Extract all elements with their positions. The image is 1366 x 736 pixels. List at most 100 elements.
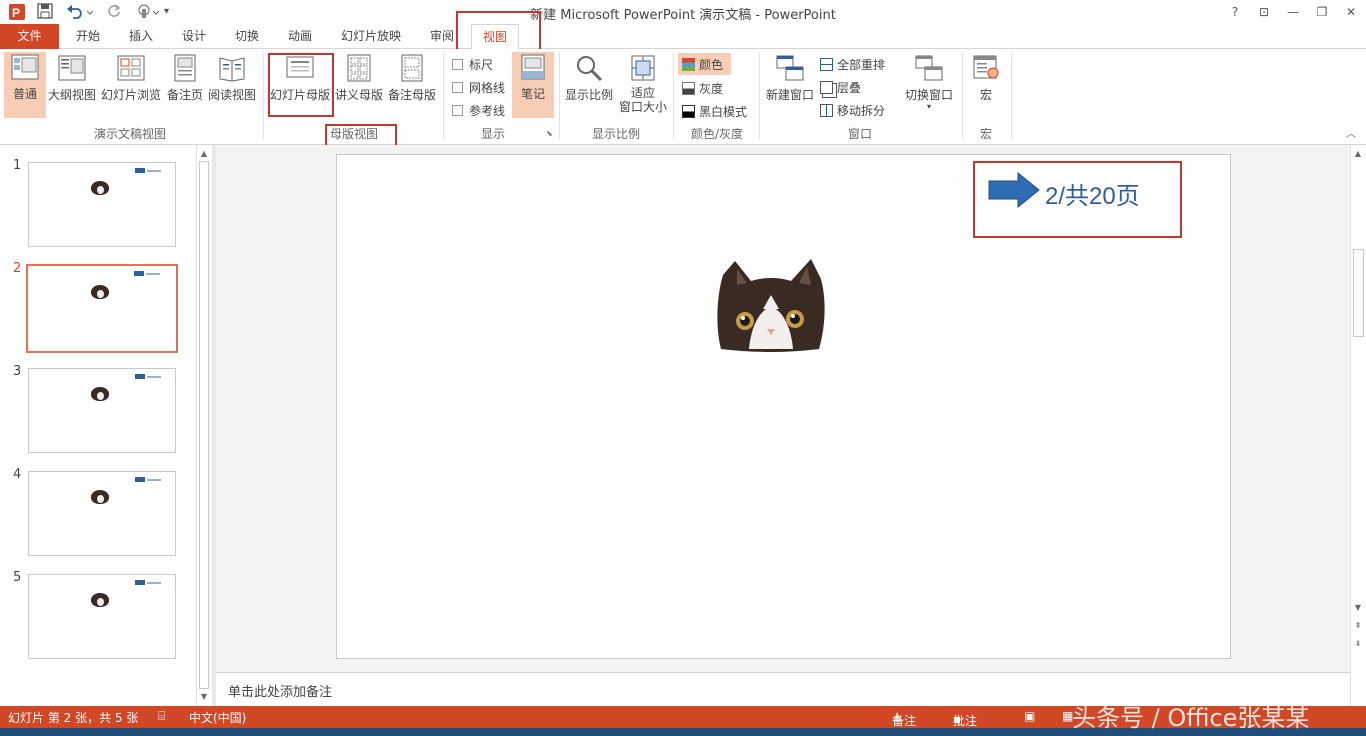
cat-image[interactable] bbox=[715, 255, 827, 355]
scroll-up-icon[interactable]: ▲ bbox=[197, 147, 211, 161]
new-window-icon bbox=[776, 55, 804, 81]
restore-button[interactable]: ❐ bbox=[1309, 2, 1335, 22]
cascade-icon bbox=[820, 81, 833, 94]
thumbnail-scrollbar[interactable]: ▲ ▼ bbox=[196, 145, 212, 706]
normal-view-button[interactable]: 普通 bbox=[4, 52, 46, 118]
scroll-down-icon[interactable]: ▼ bbox=[197, 690, 211, 704]
slide-thumbnail-1[interactable] bbox=[28, 162, 176, 247]
help-button[interactable]: ? bbox=[1222, 2, 1248, 22]
text-placeholder bbox=[146, 273, 160, 275]
tab-design[interactable]: 设计 bbox=[172, 24, 216, 49]
ruler-checkbox[interactable]: 标尺 bbox=[452, 56, 493, 73]
tab-transitions[interactable]: 切换 bbox=[225, 24, 269, 49]
text-placeholder bbox=[147, 479, 161, 481]
new-window-button[interactable]: 新建窗口 bbox=[764, 53, 816, 103]
slide-thumbnail-panel: 1 2 3 4 5 ▲ ▼ bbox=[0, 145, 212, 706]
previous-slide-icon[interactable]: ⇞ bbox=[1351, 619, 1365, 633]
slide-number: 3 bbox=[13, 364, 22, 379]
switch-windows-icon bbox=[915, 55, 943, 81]
macro-icon bbox=[973, 55, 999, 79]
tab-file[interactable]: 文件 bbox=[0, 24, 59, 49]
text-placeholder bbox=[147, 170, 161, 172]
arrange-all-button[interactable]: 全部重排 bbox=[820, 56, 885, 73]
guides-checkbox[interactable]: 参考线 bbox=[452, 102, 505, 119]
right-arrow-shape[interactable] bbox=[988, 172, 1040, 208]
slide-sorter-button[interactable]: 幻灯片浏览 bbox=[100, 53, 162, 103]
text-placeholder bbox=[147, 582, 161, 584]
ribbon-tabs: 文件 开始 插入 设计 切换 动画 幻灯片放映 审阅 视图 bbox=[0, 24, 1366, 50]
checkbox-box bbox=[452, 105, 463, 116]
grayscale-button[interactable]: 灰度 bbox=[682, 80, 723, 97]
slide-thumbnail-5[interactable] bbox=[28, 574, 176, 659]
color-mode-button[interactable]: 颜色 bbox=[678, 53, 731, 75]
dialog-launcher-icon[interactable]: ⬊ bbox=[546, 129, 553, 138]
macros-button[interactable]: 宏 bbox=[967, 53, 1005, 103]
group-label-window: 窗口 bbox=[847, 127, 872, 141]
slide-scrollbar[interactable]: ▲ ▼ ⇞ ⇟ bbox=[1350, 145, 1366, 706]
ribbon-separator bbox=[759, 53, 760, 139]
ribbon-separator bbox=[1011, 53, 1012, 139]
tab-home[interactable]: 开始 bbox=[66, 24, 110, 49]
outline-view-icon bbox=[58, 55, 86, 81]
black-white-button[interactable]: 黑白模式 bbox=[682, 103, 747, 120]
cascade-button[interactable]: 层叠 bbox=[820, 79, 861, 96]
cat-image bbox=[91, 181, 109, 195]
spell-check-icon[interactable]: ⌸ bbox=[158, 709, 165, 724]
tab-animations[interactable]: 动画 bbox=[278, 24, 322, 49]
tab-slideshow[interactable]: 幻灯片放映 bbox=[333, 24, 409, 49]
group-label-color: 颜色/灰度 bbox=[690, 127, 744, 141]
slide-thumbnail-2[interactable] bbox=[26, 264, 178, 353]
title-bar: P ▾ 新建 Microsoft PowerPoint 演示文稿 - Power… bbox=[0, 0, 1366, 24]
slide-thumbnail-3[interactable] bbox=[28, 368, 176, 453]
close-button[interactable]: ✕ bbox=[1338, 2, 1364, 22]
next-slide-icon[interactable]: ⇟ bbox=[1351, 637, 1365, 651]
notes-toggle-button[interactable]: 笔记 bbox=[512, 52, 554, 118]
window-title: 新建 Microsoft PowerPoint 演示文稿 - PowerPoin… bbox=[530, 8, 836, 23]
slide-count-status: 幻灯片 第 2 张，共 5 张 bbox=[8, 711, 139, 725]
scroll-up-icon[interactable]: ▲ bbox=[1351, 147, 1365, 161]
fit-to-window-button[interactable]: 适应 窗口大小 bbox=[617, 53, 669, 114]
scrollbar-thumb[interactable] bbox=[199, 161, 209, 689]
normal-view-icon bbox=[11, 54, 39, 80]
ribbon-separator bbox=[559, 53, 560, 139]
group-label-presentation-views: 演示文稿视图 bbox=[93, 127, 166, 141]
highlight-box-slide-master bbox=[268, 53, 334, 117]
slide-thumbnail-4[interactable] bbox=[28, 471, 176, 556]
arrow-shape bbox=[135, 477, 145, 482]
notes-page-button[interactable]: 备注页 bbox=[164, 53, 206, 103]
group-label-show: 显示 bbox=[480, 127, 505, 141]
zoom-button[interactable]: 显示比例 bbox=[564, 53, 614, 103]
notes-master-button[interactable]: 备注母版 bbox=[386, 53, 438, 103]
cat-image bbox=[91, 285, 109, 299]
move-split-button[interactable]: 移动拆分 bbox=[820, 102, 885, 119]
minimize-button[interactable]: — bbox=[1280, 2, 1306, 22]
chevron-down-icon: ▾ bbox=[926, 102, 931, 111]
color-swatch-icon bbox=[682, 58, 695, 71]
scrollbar-thumb[interactable] bbox=[1353, 249, 1364, 337]
scroll-down-icon[interactable]: ▼ bbox=[1351, 601, 1365, 615]
arrow-shape bbox=[135, 168, 145, 173]
ribbon-separator bbox=[673, 53, 674, 139]
group-label-zoom: 显示比例 bbox=[591, 127, 640, 141]
switch-windows-button[interactable]: 切换窗口 ▾ bbox=[903, 53, 955, 111]
slide-sorter-icon bbox=[117, 55, 145, 81]
cat-image bbox=[91, 387, 109, 401]
language-status[interactable]: 中文(中国) bbox=[189, 709, 246, 726]
gridlines-checkbox[interactable]: 网格线 bbox=[452, 79, 505, 96]
normal-view-status-icon[interactable]: ▣ bbox=[1024, 709, 1035, 723]
reading-view-button[interactable]: 阅读视图 bbox=[207, 53, 257, 103]
notes-placeholder[interactable]: 单击此处添加备注 bbox=[228, 681, 332, 700]
tab-insert[interactable]: 插入 bbox=[119, 24, 163, 49]
current-slide[interactable]: 2/共20页 bbox=[336, 154, 1231, 659]
cat-image bbox=[91, 593, 109, 607]
arrow-shape bbox=[135, 580, 145, 585]
ribbon: 普通 大纲视图 幻灯片浏览 备注页 阅读视图 演示文稿视图 幻灯片母版 讲义母版… bbox=[0, 49, 1366, 145]
ribbon-display-options-button[interactable]: ⊡ bbox=[1251, 2, 1277, 22]
handout-master-button[interactable]: 讲义母版 bbox=[334, 53, 384, 103]
slide-number-text[interactable]: 2/共20页 bbox=[1045, 176, 1140, 211]
watermark: 头条号 / Office张某某 bbox=[1072, 704, 1310, 732]
collapse-ribbon-icon[interactable]: ︿ bbox=[1346, 125, 1356, 140]
outline-view-button[interactable]: 大纲视图 bbox=[48, 53, 96, 103]
handout-master-icon bbox=[347, 54, 371, 82]
arrow-shape bbox=[135, 374, 145, 379]
